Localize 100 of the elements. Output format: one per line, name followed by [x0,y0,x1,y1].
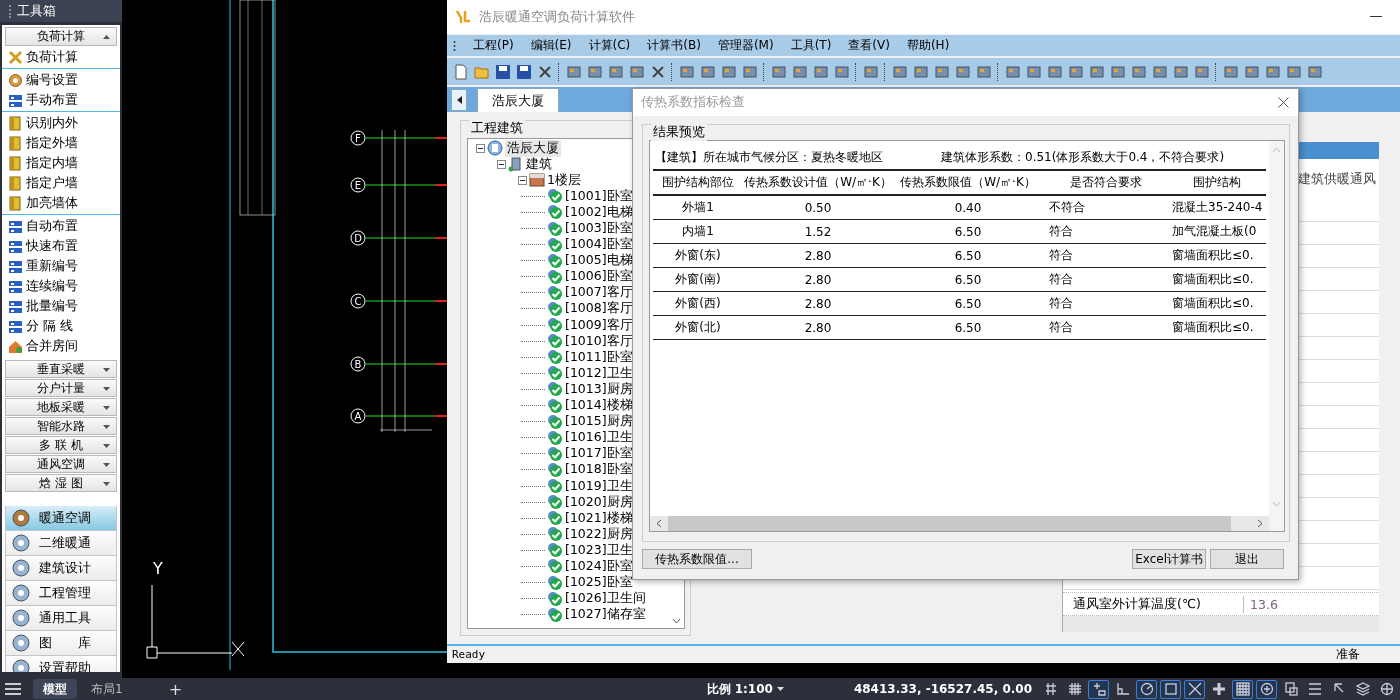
tool-icon[interactable] [1223,63,1239,80]
tool-icon[interactable] [566,63,582,80]
tool-item[interactable]: 合并房间 [2,336,120,356]
tool-item[interactable]: 手动布置 [2,90,120,110]
tree-item[interactable]: [1018]卧室 [565,461,633,479]
circle-plus-icon[interactable] [1256,679,1277,699]
save-icon[interactable] [495,63,511,80]
category-button[interactable]: 通用工具 [5,606,117,631]
category-button[interactable]: 二维暖通 [5,531,117,556]
tool-icon[interactable] [1173,63,1189,80]
tree-item[interactable]: 建筑 [526,155,552,173]
tool-icon[interactable] [955,63,971,80]
plus-box-icon[interactable] [1088,679,1109,699]
tool-icon[interactable] [587,63,603,80]
tool-icon[interactable] [742,63,758,80]
left-chevron-icon[interactable] [656,519,662,528]
add-layout-button[interactable]: + [162,679,189,699]
tool-icon[interactable] [913,63,929,80]
tool-icon[interactable] [721,63,737,80]
category-button[interactable]: 图 库 [5,631,117,656]
excel-button[interactable]: Excel计算书 [1132,549,1206,569]
tool-icon[interactable] [771,63,787,80]
tree-item[interactable]: [1006]卧室 [565,268,633,286]
tree-item[interactable]: [1023]卫生 [565,541,633,559]
tree-item[interactable]: [1004]卧室 [565,236,633,254]
tree-item[interactable]: [1024]卧室 [565,558,633,575]
tool-item[interactable]: 负荷计算 [2,47,120,67]
tool-icon[interactable] [1005,63,1021,80]
tool-item[interactable]: 快速布置 [2,236,120,256]
tree-item[interactable]: [1020]厨房 [565,493,633,511]
section-header[interactable]: 通风空调 [5,455,117,473]
collapse-toggle-icon[interactable] [518,175,527,185]
tool-icon[interactable] [1194,63,1210,80]
tool-icon[interactable] [1307,63,1323,80]
down-chevron-icon[interactable] [672,618,681,624]
tool-icon[interactable] [1244,63,1260,80]
tool-icon[interactable] [1110,63,1126,80]
cross-icon[interactable] [1184,679,1205,699]
menu-item[interactable]: 查看(V) [848,37,890,54]
tool-icon[interactable] [1286,63,1302,80]
tool-icon[interactable] [892,63,908,80]
menu-icon[interactable] [5,683,21,695]
tool-item[interactable]: 加亮墙体 [2,193,120,213]
tree-item[interactable]: [1007]客厅 [565,284,633,302]
square-icon[interactable] [1160,679,1181,699]
layout-tab[interactable]: 布局1 [81,679,133,699]
tree-item[interactable]: [1019]卫生 [565,477,633,495]
scroll-left-button[interactable] [451,89,467,111]
tool-item[interactable]: 识别内外 [2,113,120,133]
tree-item[interactable]: [1016]卫生 [565,429,633,447]
tool-icon[interactable] [834,63,850,80]
vertical-scrollbar[interactable] [1269,141,1284,531]
tool-icon[interactable] [629,63,645,80]
tree-item[interactable]: [1002]电梯 [565,203,633,221]
up-chevron-icon[interactable] [1272,147,1281,153]
grip-icon[interactable] [8,4,12,18]
section-header[interactable]: 多 联 机 [5,436,117,454]
tool-item[interactable]: 重新编号 [2,256,120,276]
close-icon[interactable] [1278,97,1289,108]
tree-item[interactable]: [1008]客厅 [565,300,633,318]
tree-item[interactable]: [1017]卧室 [565,445,633,463]
tree-item[interactable]: [1005]电梯 [565,252,633,270]
tool-icon[interactable] [1265,63,1281,80]
section-header[interactable]: 智能水路 [5,417,117,435]
limit-button[interactable]: 传热系数限值... [642,549,752,569]
tool-icon[interactable] [813,63,829,80]
tool-icon[interactable] [608,63,624,80]
tool-item[interactable]: 编号设置 [2,70,120,90]
tool-item[interactable]: 指定户墙 [2,173,120,193]
tree-item[interactable]: 1楼层 [547,171,581,189]
tool-item[interactable]: 指定内墙 [2,153,120,173]
scale-selector[interactable]: 比例 1:100 [706,680,784,698]
tool-icon[interactable] [934,63,950,80]
document-icon[interactable] [453,63,469,80]
tree-item[interactable]: [1011]卧室 [565,348,633,366]
menu-item[interactable]: 工具(T) [790,37,832,54]
tree-item[interactable]: [1021]楼梯 [565,509,633,527]
tool-icon[interactable] [679,63,695,80]
tool-icon[interactable] [1152,63,1168,80]
collapse-toggle-icon[interactable] [497,159,506,169]
tree-item[interactable]: [1012]卫生 [565,364,633,382]
close-icon[interactable] [650,63,666,80]
minimize-icon[interactable] [1370,16,1382,18]
exit-button[interactable]: 退出 [1210,549,1284,569]
category-button[interactable]: 工程管理 [5,581,117,606]
horizontal-scrollbar[interactable] [650,516,1269,531]
menu-item[interactable]: 编辑(E) [530,37,572,54]
tool-item[interactable]: 自动布置 [2,216,120,236]
collapse-toggle-icon[interactable] [476,143,485,153]
category-button[interactable]: 建筑设计 [5,556,117,581]
tool-icon[interactable] [792,63,808,80]
tree-item[interactable]: [1015]厨房 [565,413,633,431]
tool-item[interactable]: 连续编号 [2,276,120,296]
section-header[interactable]: 垂直采暖 [5,360,117,378]
tree-item[interactable]: 浩辰大厦 [505,139,561,157]
tool-icon[interactable] [1026,63,1042,80]
menu-item[interactable]: 帮助(H) [906,37,950,54]
save-icon[interactable] [516,63,532,80]
tree-item[interactable]: [1009]客厅 [565,316,633,334]
tree-item[interactable]: [1026]卫生间 [565,590,646,608]
